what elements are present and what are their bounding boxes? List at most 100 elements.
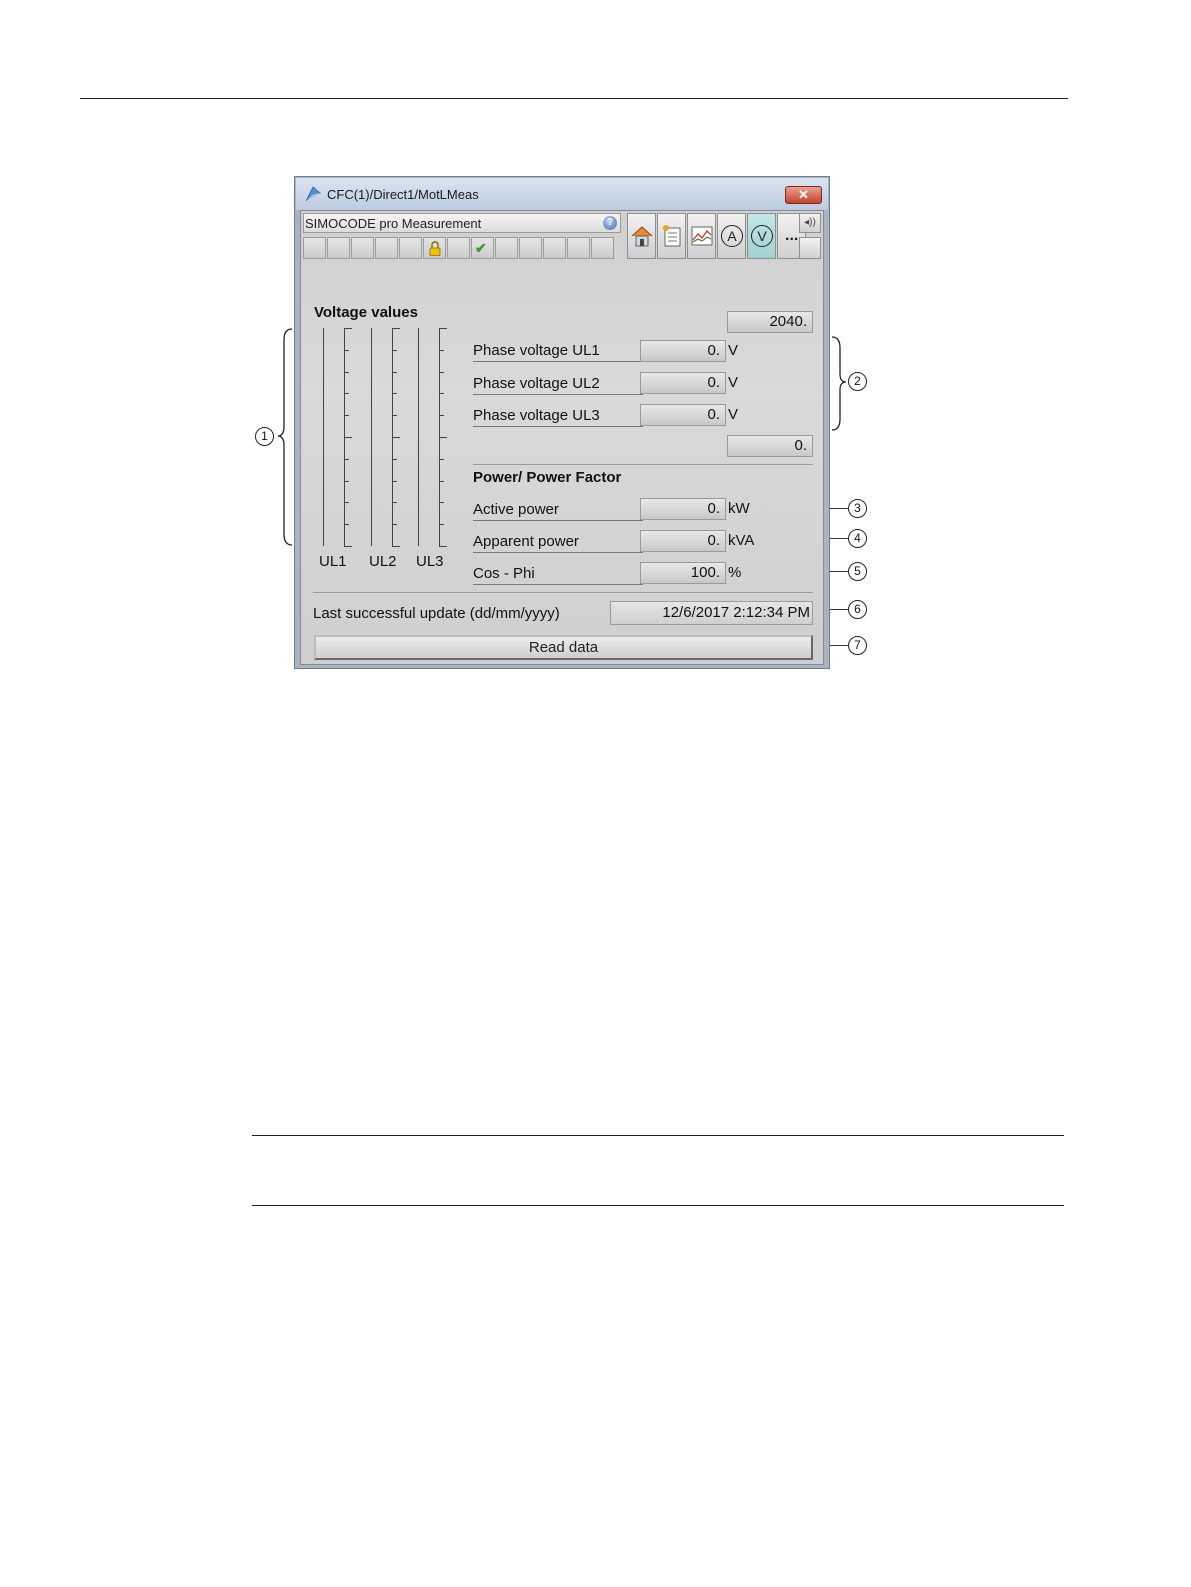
window-title: CFC(1)/Direct1/MotLMeas	[327, 187, 479, 202]
callout-brace-left	[277, 328, 293, 546]
power-factor-title: Power/ Power Factor	[473, 469, 622, 486]
cos-phi-value: 100.	[640, 562, 726, 584]
scale-tick	[344, 328, 352, 329]
status-field	[567, 237, 590, 259]
faceplate-title: SIMOCODE pro Measurement	[305, 216, 482, 231]
callout-4: 4	[848, 529, 867, 548]
faceplate-window: CFC(1)/Direct1/MotLMeas ✕ SIMOCODE pro M…	[294, 176, 830, 669]
phase-voltage-ul1-label: Phase voltage UL1	[473, 342, 600, 359]
phase-voltage-ul2-label: Phase voltage UL2	[473, 375, 600, 392]
ok-status-field: ✔	[471, 237, 494, 259]
status-field	[327, 237, 350, 259]
scale-tick	[344, 459, 349, 460]
lock-status-field[interactable]	[423, 237, 446, 259]
read-data-button[interactable]: Read data	[314, 635, 813, 660]
page-rule	[252, 1205, 1064, 1206]
faceplate-title-field: SIMOCODE pro Measurement ?	[303, 213, 621, 233]
callout-5: 5	[848, 562, 867, 581]
active-power-value: 0.	[640, 498, 726, 520]
scale-tick	[439, 350, 444, 351]
scale-tick	[392, 437, 400, 438]
voltage-view-button[interactable]: V	[747, 213, 776, 259]
window-titlebar[interactable]: CFC(1)/Direct1/MotLMeas ✕	[296, 178, 828, 210]
scale-tick	[439, 481, 444, 482]
phase-voltage-ul1-unit: V	[728, 342, 739, 359]
home-view-button[interactable]	[627, 213, 656, 259]
phase-voltage-ul3-value: 0.	[640, 404, 726, 426]
trend-view-button[interactable]	[687, 213, 716, 259]
phase-voltage-ul3-label: Phase voltage UL3	[473, 407, 600, 424]
current-view-button[interactable]: A	[717, 213, 746, 259]
active-power-label: Active power	[473, 501, 559, 518]
bar-label-ul2: UL2	[369, 553, 397, 570]
status-field	[543, 237, 566, 259]
row-underline	[473, 552, 643, 553]
status-field	[303, 237, 326, 259]
page-rule	[252, 1135, 1064, 1136]
scale-tick	[392, 328, 400, 329]
help-icon[interactable]: ?	[603, 216, 617, 230]
voltage-lower-limit[interactable]: 0.	[727, 435, 813, 457]
notes-view-button[interactable]	[657, 213, 686, 259]
scale-tick	[392, 481, 397, 482]
phase-voltage-ul2-unit: V	[728, 374, 739, 391]
bar-ul2	[371, 328, 400, 547]
scale-tick	[344, 350, 349, 351]
scale-tick	[392, 459, 397, 460]
phase-voltage-ul2-value: 0.	[640, 372, 726, 394]
blank-button[interactable]	[799, 237, 821, 259]
bar-ul1	[323, 328, 352, 547]
voltage-upper-limit[interactable]: 2040.	[727, 311, 813, 333]
scale-tick	[439, 459, 444, 460]
cos-phi-label: Cos - Phi	[473, 565, 535, 582]
scale-tick	[439, 437, 447, 438]
scale-tick	[344, 546, 352, 547]
row-underline	[473, 520, 643, 521]
view-navigation: A V ...	[627, 213, 806, 259]
row-underline	[473, 426, 643, 427]
callout-6: 6	[848, 600, 867, 619]
home-view-icon	[631, 226, 653, 247]
scale-tick	[439, 524, 444, 525]
scale-tick	[392, 502, 397, 503]
faceplate-client-area: SIMOCODE pro Measurement ? ✔ A V ... ◂))…	[300, 210, 824, 665]
phase-voltage-ul1-value: 0.	[640, 340, 726, 362]
callout-2: 2	[848, 372, 867, 391]
lock-icon	[429, 241, 441, 256]
more-views-icon: ...	[785, 227, 799, 244]
row-underline	[473, 584, 643, 585]
status-field	[399, 237, 422, 259]
status-field	[375, 237, 398, 259]
scale-tick	[344, 524, 349, 525]
scale-tick	[344, 481, 349, 482]
bar-label-ul3: UL3	[416, 553, 444, 570]
app-icon	[305, 186, 321, 202]
speaker-button[interactable]: ◂))	[799, 213, 821, 233]
scale-tick	[392, 546, 400, 547]
scale-tick	[439, 328, 447, 329]
apparent-power-value: 0.	[640, 530, 726, 552]
scale-tick	[344, 415, 349, 416]
status-indicator-row: ✔	[303, 237, 614, 259]
row-underline	[473, 361, 643, 362]
scale-tick	[344, 502, 349, 503]
close-button[interactable]: ✕	[785, 186, 822, 204]
last-update-label: Last successful update (dd/mm/yyyy)	[313, 605, 560, 622]
status-field	[495, 237, 518, 259]
scale-tick	[439, 415, 444, 416]
trend-view-icon	[691, 226, 713, 246]
voltage-values-title: Voltage values	[314, 304, 418, 321]
callout-1: 1	[255, 427, 274, 446]
voltage-view-icon: V	[751, 225, 773, 247]
status-field	[351, 237, 374, 259]
speaker-icon: ◂))	[804, 217, 816, 228]
section-divider	[313, 592, 813, 593]
phase-voltage-ul3-unit: V	[728, 406, 739, 423]
scale-tick	[439, 546, 447, 547]
scale-tick	[392, 393, 397, 394]
scale-tick	[439, 393, 444, 394]
bar-ul3	[418, 328, 447, 547]
scale-tick	[439, 502, 444, 503]
notes-view-icon	[663, 225, 681, 247]
status-field	[519, 237, 542, 259]
